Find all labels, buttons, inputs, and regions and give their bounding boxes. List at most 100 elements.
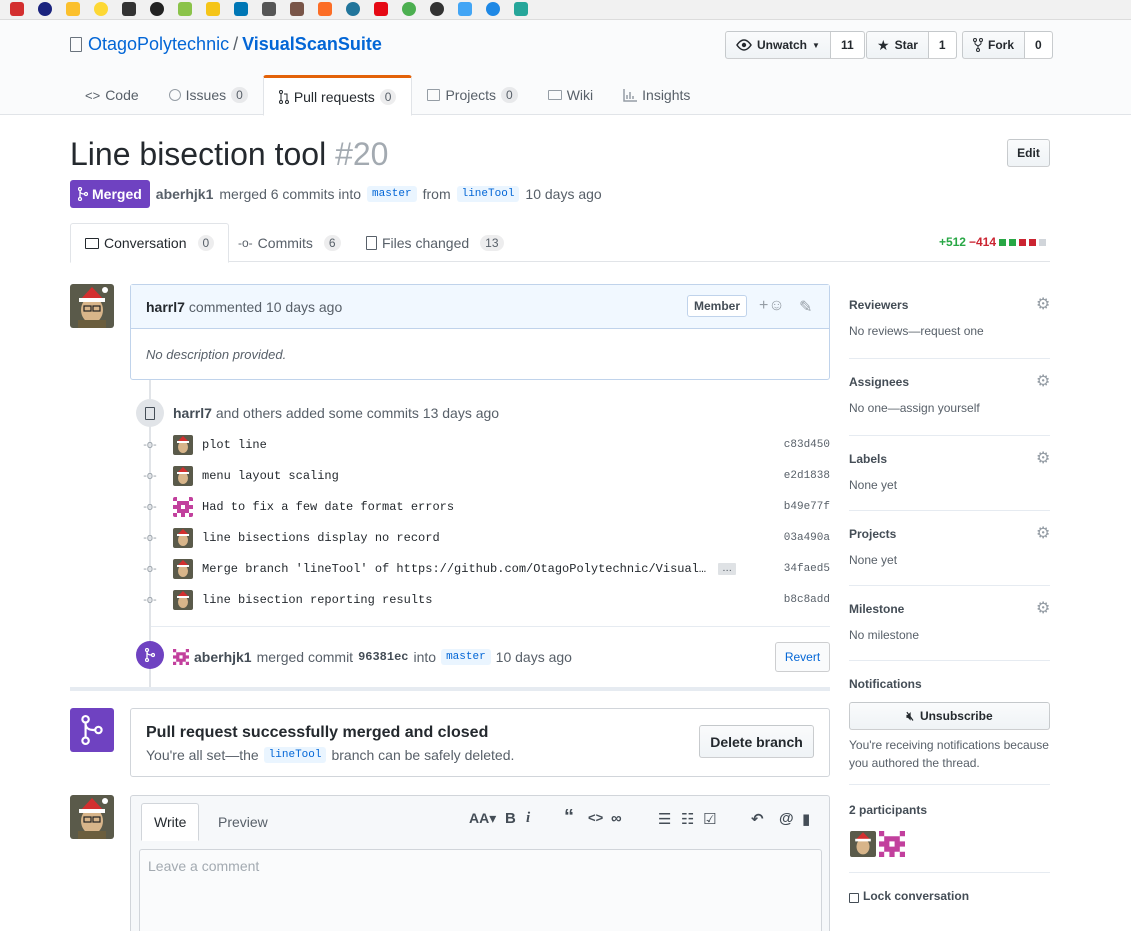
unsubscribe-button[interactable]: 🔇︎ Unsubscribe — [849, 702, 1050, 730]
bookmark-icon[interactable] — [38, 2, 52, 16]
sidebar-milestone[interactable]: Milestone ⚙ No milestone — [849, 601, 1050, 661]
comment-author[interactable]: harrl7 — [146, 299, 185, 315]
linkedin-icon[interactable] — [234, 2, 248, 16]
star-button[interactable]: ★ Star — [867, 32, 929, 58]
tab-code[interactable]: <> Code — [70, 75, 154, 115]
tab-insights[interactable]: Insights — [608, 75, 705, 115]
commit-message[interactable]: menu layout scaling — [202, 469, 339, 483]
avatar[interactable] — [173, 558, 193, 579]
base-branch[interactable]: master — [367, 186, 417, 202]
tab-preview[interactable]: Preview — [206, 803, 280, 841]
bookmark-icon[interactable] — [122, 2, 136, 16]
codepen-icon[interactable] — [262, 2, 276, 16]
code-icon[interactable]: <> — [588, 810, 603, 825]
delete-branch-button[interactable]: Delete branch — [699, 725, 814, 758]
tab-files-changed[interactable]: Files changed 13 — [366, 223, 504, 262]
repo-name-link[interactable]: VisualScanSuite — [242, 34, 382, 54]
avatar[interactable] — [70, 284, 114, 328]
head-branch[interactable]: lineTool — [456, 186, 520, 202]
fork-count[interactable]: 0 — [1025, 32, 1052, 58]
drive-icon[interactable] — [66, 2, 80, 16]
task-list-icon[interactable]: ☑ — [703, 810, 716, 828]
edit-pencil-icon[interactable]: ✎ — [799, 297, 812, 317]
watch-count[interactable]: 11 — [830, 32, 864, 58]
avatar[interactable] — [173, 649, 189, 665]
bulleted-list-icon[interactable]: ☰ — [658, 810, 671, 828]
commit-sha[interactable]: 03a490a — [784, 532, 830, 544]
link-icon[interactable]: ∞ — [611, 810, 622, 827]
reply-icon[interactable]: ↶ — [751, 810, 764, 828]
commit-message[interactable]: line bisection reporting results — [202, 593, 432, 607]
commit-sha[interactable]: b8c8add — [784, 594, 830, 606]
avatar[interactable] — [850, 831, 876, 857]
bookmark-icon[interactable]: ▮ — [802, 810, 810, 828]
sidebar-labels[interactable]: Labels ⚙ None yet — [849, 451, 1050, 511]
revert-button[interactable]: Revert — [775, 642, 830, 672]
commit-sha[interactable]: e2d1838 — [784, 470, 830, 482]
expand-commit-button[interactable]: … — [718, 562, 737, 575]
bookmark-icon[interactable] — [514, 2, 528, 16]
avatar[interactable] — [173, 465, 193, 486]
gear-icon[interactable]: ⚙ — [1036, 451, 1050, 467]
avatar[interactable] — [173, 527, 193, 548]
tab-wiki[interactable]: Wiki — [533, 75, 608, 115]
edit-button[interactable]: Edit — [1007, 139, 1050, 167]
merge-branch[interactable]: master — [441, 649, 491, 665]
sidebar-projects[interactable]: Projects ⚙ None yet — [849, 526, 1050, 586]
italic-icon[interactable]: i — [526, 810, 530, 827]
film-icon[interactable] — [290, 2, 304, 16]
avatar[interactable] — [173, 496, 193, 517]
gear-icon[interactable]: ⚙ — [1036, 526, 1050, 542]
commit-sha[interactable]: b49e77f — [784, 501, 830, 513]
avatar[interactable] — [70, 795, 114, 839]
gear-icon[interactable]: ⚙ — [1036, 374, 1050, 390]
avatar[interactable] — [173, 589, 193, 610]
pr-author-link[interactable]: aberhjk1 — [156, 186, 214, 202]
tab-conversation[interactable]: Conversation 0 — [70, 223, 230, 263]
bookmark-icon[interactable] — [10, 2, 24, 16]
avatar[interactable] — [173, 434, 193, 455]
commit-message[interactable]: plot line — [202, 438, 267, 452]
github-icon[interactable] — [150, 2, 164, 16]
comment-textarea[interactable]: Leave a comment — [139, 849, 822, 931]
fork-button[interactable]: Fork — [963, 32, 1026, 58]
merge-commit-sha[interactable]: 96381ec — [358, 650, 408, 664]
bookmark-icon[interactable] — [486, 2, 500, 16]
gear-icon[interactable]: ⚙ — [1036, 297, 1050, 313]
lock-conversation-link[interactable]: Lock conversation — [849, 889, 969, 903]
gitlab-icon[interactable] — [318, 2, 332, 16]
avatar[interactable] — [879, 831, 905, 857]
netflix-icon[interactable] — [374, 2, 388, 16]
gear-icon[interactable]: ⚙ — [1036, 601, 1050, 617]
commit-sha[interactable]: 34faed5 — [784, 563, 830, 575]
merge-status-branch[interactable]: lineTool — [263, 747, 327, 763]
watch-button[interactable]: Unwatch ▼ — [726, 32, 831, 58]
tab-projects[interactable]: Projects 0 — [412, 75, 532, 115]
sidebar-assignees[interactable]: Assignees ⚙ No one—assign yourself — [849, 374, 1050, 436]
commit-sha[interactable]: c83d450 — [784, 439, 830, 451]
tab-issues[interactable]: Issues 0 — [154, 75, 263, 115]
commits-event-author[interactable]: harrl7 — [173, 405, 212, 421]
commit-message[interactable]: Had to fix a few date format errors — [202, 500, 454, 514]
tab-pull-requests[interactable]: Pull requests 0 — [262, 75, 413, 116]
lightbulb-icon[interactable] — [94, 2, 108, 16]
star-count[interactable]: 1 — [928, 32, 956, 58]
imdb-icon[interactable] — [206, 2, 220, 16]
bookmark-icon[interactable] — [458, 2, 472, 16]
numbered-list-icon[interactable]: ☷ — [681, 810, 694, 828]
android-icon[interactable] — [178, 2, 192, 16]
quote-icon[interactable]: “ — [564, 806, 574, 829]
frog-icon[interactable] — [402, 2, 416, 16]
bold-icon[interactable]: B — [505, 810, 516, 827]
mention-icon[interactable]: @ — [779, 810, 794, 827]
repo-owner-link[interactable]: OtagoPolytechnic — [88, 34, 229, 54]
add-reaction-icon[interactable]: +☺ — [759, 297, 785, 315]
text-size-icon[interactable]: AA▾ — [469, 810, 496, 827]
tab-commits[interactable]: -o- Commits 6 — [238, 223, 341, 262]
commit-message[interactable]: Merge branch 'lineTool' of https://githu… — [202, 562, 706, 576]
commit-message[interactable]: line bisections display no record — [202, 531, 440, 545]
merge-author[interactable]: aberhjk1 — [194, 649, 252, 665]
tab-write[interactable]: Write — [141, 803, 200, 841]
sidebar-reviewers[interactable]: Reviewers ⚙ No reviews—request one — [849, 297, 1050, 359]
bookmark-icon[interactable] — [430, 2, 444, 16]
